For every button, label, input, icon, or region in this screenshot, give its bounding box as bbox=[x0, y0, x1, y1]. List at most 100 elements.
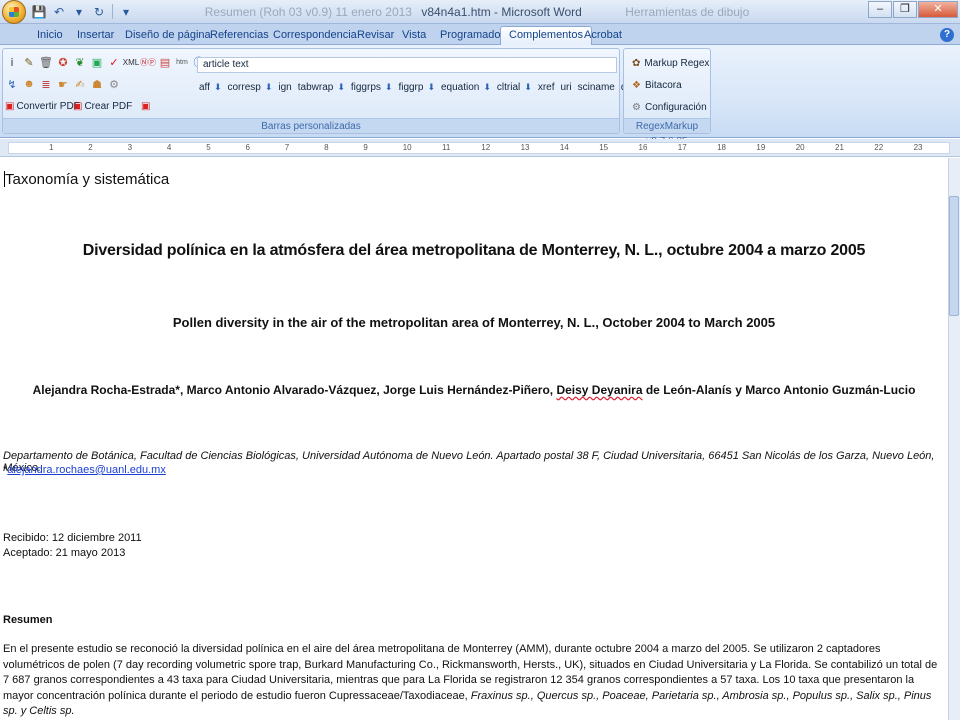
hand-icon[interactable]: ☛ bbox=[56, 77, 70, 91]
gear-icon: ⚙ bbox=[632, 102, 641, 113]
tag-label: tabwrap bbox=[297, 82, 334, 93]
help-icon[interactable]: ? bbox=[940, 28, 954, 42]
preview-icon[interactable]: ▤ bbox=[158, 55, 172, 69]
settings-small-icon[interactable]: ⚙ bbox=[107, 77, 121, 91]
pdf-create-icon: ▣ bbox=[73, 101, 83, 112]
tag-label: figgrp bbox=[398, 82, 424, 93]
email-link[interactable]: alejandra.rochaes@uanl.edu.mx bbox=[7, 464, 166, 476]
close-button[interactable]: ✕ bbox=[918, 1, 958, 18]
sgml-icon[interactable]: ⓃⓅ bbox=[140, 55, 156, 69]
pdf-icon: ▣ bbox=[5, 101, 15, 112]
ruler-tick: 14 bbox=[559, 143, 569, 152]
scrollbar-thumb[interactable] bbox=[949, 196, 959, 316]
ruler-tick: 23 bbox=[913, 143, 923, 152]
tab-diseno-pagina[interactable]: Diseño de página bbox=[125, 27, 211, 45]
tab-programador[interactable]: Programador bbox=[440, 27, 504, 45]
custom-bars-group: ⅰ ✎ 🗑 ✪ ❦ ▣ ✓ XML ⓃⓅ ▤ htm ⓘ ↯ ☻ ≣ ☛ ✍ ☗… bbox=[2, 48, 646, 134]
tag-equation[interactable]: equation ⬇ bbox=[441, 82, 491, 93]
configuracion-button[interactable]: ⚙ Configuración bbox=[632, 102, 707, 113]
arrow-down-icon: ⬇ bbox=[384, 82, 393, 92]
pdf-options-button[interactable]: ▣ bbox=[141, 101, 150, 112]
ruler-tick: 2 bbox=[88, 143, 93, 152]
ruler-tick: 21 bbox=[835, 143, 844, 152]
regexmarkup-group: ✿ Markup Regex ❖ Bitacora ⚙ Configuració… bbox=[623, 48, 711, 147]
arrow-down-icon: ⬇ bbox=[524, 82, 532, 92]
authors: Alejandra Rocha-Estrada*, Marco Antonio … bbox=[0, 383, 948, 397]
window-title-faint: Resumen (Roh 03 v0.9) 11 enero 2013 bbox=[204, 5, 412, 19]
tab-referencias[interactable]: Referencias bbox=[210, 27, 269, 45]
section-label-text: Taxonomía y sistemática bbox=[5, 171, 170, 188]
section-label: Taxonomía y sistemática bbox=[4, 171, 169, 188]
maximize-button[interactable]: ❐ bbox=[893, 1, 917, 18]
convert-pdf-button[interactable]: ▣ Convertir PDF bbox=[5, 101, 80, 112]
edit-doc-icon[interactable]: ✍ bbox=[73, 77, 87, 91]
ruler-track: 1 2 3 4 5 6 7 8 9 10 11 12 13 14 15 16 17 18 19 20 21 22 23 bbox=[8, 142, 950, 154]
html-icon[interactable]: htm bbox=[175, 55, 189, 69]
configuracion-label: Configuración bbox=[644, 102, 707, 113]
custom-bars-label: Barras personalizadas bbox=[3, 118, 619, 133]
ruler-tick: 22 bbox=[874, 143, 884, 152]
tab-insertar[interactable]: Insertar bbox=[77, 27, 114, 45]
tag-icon[interactable]: ❦ bbox=[73, 55, 87, 69]
abstract-paragraph: En el presente estudio se reconoció la d… bbox=[3, 642, 943, 720]
save-file-icon[interactable]: ▣ bbox=[90, 55, 104, 69]
tag-aff[interactable]: aff ⬇ bbox=[199, 82, 221, 93]
person-icon[interactable]: ☻ bbox=[22, 77, 36, 91]
arrow-down-icon: ⬇ bbox=[213, 82, 222, 92]
tag-ign[interactable]: ign bbox=[278, 82, 291, 93]
tag-tabwrap[interactable]: tabwrap ⬇ bbox=[298, 82, 345, 93]
ruler-tick: 12 bbox=[481, 143, 491, 152]
ruler-tick: 17 bbox=[677, 143, 687, 152]
tag-sciname[interactable]: sciname bbox=[578, 82, 615, 93]
pencil-icon[interactable]: ✎ bbox=[22, 55, 36, 69]
create-pdf-button[interactable]: ▣ Crear PDF bbox=[73, 101, 132, 112]
ruler-tick: 3 bbox=[127, 143, 133, 152]
window-title-main: v84n4a1.htm - Microsoft Word bbox=[421, 5, 582, 19]
arrow-down-icon: ⬇ bbox=[483, 82, 491, 92]
tab-revisar[interactable]: Revisar bbox=[357, 27, 394, 45]
tag-label: equation bbox=[441, 82, 480, 93]
regex-icon: ✿ bbox=[632, 58, 641, 69]
bitacora-button[interactable]: ❖ Bitacora bbox=[632, 80, 682, 91]
bitacora-label: Bitacora bbox=[644, 80, 682, 91]
tag-label: figgrps bbox=[350, 82, 381, 93]
tag-figgrp[interactable]: figgrp ⬇ bbox=[398, 82, 435, 93]
group-icon[interactable]: ☗ bbox=[90, 77, 104, 91]
ruler-tick: 10 bbox=[402, 143, 412, 152]
trash-icon[interactable]: 🗑 bbox=[39, 55, 53, 69]
toolbar-row-1: ⅰ ✎ 🗑 ✪ ❦ ▣ ✓ XML ⓃⓅ ▤ htm ⓘ bbox=[5, 55, 206, 70]
ruler-tick: 7 bbox=[284, 143, 290, 152]
tag-uri[interactable]: uri bbox=[560, 82, 571, 93]
markup-regex-button[interactable]: ✿ Markup Regex bbox=[632, 58, 709, 69]
markup-icon[interactable]: ✪ bbox=[56, 55, 70, 69]
tab-acrobat[interactable]: Acrobat bbox=[584, 27, 622, 45]
horizontal-ruler[interactable]: 1 2 3 4 5 6 7 8 9 10 11 12 13 14 15 16 17 18 19 20 21 22 23 bbox=[0, 139, 960, 157]
check-icon[interactable]: ✓ bbox=[107, 55, 121, 69]
list-icon[interactable]: ≣ bbox=[39, 77, 53, 91]
markup-regex-label: Markup Regex bbox=[644, 58, 710, 69]
ruler-tick: 20 bbox=[795, 143, 805, 152]
tag-figgrps[interactable]: figgrps ⬇ bbox=[351, 82, 393, 93]
tag-label: cltrial bbox=[496, 82, 521, 93]
tag-cltrial[interactable]: cltrial ⬇ bbox=[497, 82, 532, 93]
received-date: Recibido: 12 diciembre 2011 bbox=[3, 532, 142, 544]
minimize-button[interactable]: – bbox=[868, 1, 892, 18]
tag-xref[interactable]: xref bbox=[538, 82, 555, 93]
article-title-es: Diversidad polínica en la atmósfera del … bbox=[82, 242, 866, 259]
pin-icon[interactable]: ⅰ bbox=[5, 55, 19, 69]
window-title-right: Herramientas de dibujo bbox=[625, 5, 750, 19]
tab-inicio[interactable]: Inicio bbox=[37, 27, 63, 45]
article-text-field[interactable]: article text bbox=[197, 57, 617, 73]
tab-complementos[interactable]: Complementos bbox=[500, 26, 592, 46]
abstract-heading: Resumen bbox=[3, 614, 53, 626]
document-page[interactable]: Taxonomía y sistemática Diversidad polín… bbox=[0, 158, 948, 720]
authors-part-1: Alejandra Rocha-Estrada*, Marco Antonio … bbox=[32, 383, 557, 397]
link-icon[interactable]: ↯ bbox=[5, 77, 19, 91]
tab-correspondencia[interactable]: Correspondencia bbox=[273, 27, 357, 45]
tab-vista[interactable]: Vista bbox=[402, 27, 426, 45]
xml-icon[interactable]: XML bbox=[123, 55, 139, 69]
log-icon: ❖ bbox=[632, 80, 641, 91]
ruler-tick: 16 bbox=[638, 143, 648, 152]
tag-corresp[interactable]: corresp ⬇ bbox=[227, 82, 272, 93]
ruler-tick: 18 bbox=[717, 143, 726, 152]
